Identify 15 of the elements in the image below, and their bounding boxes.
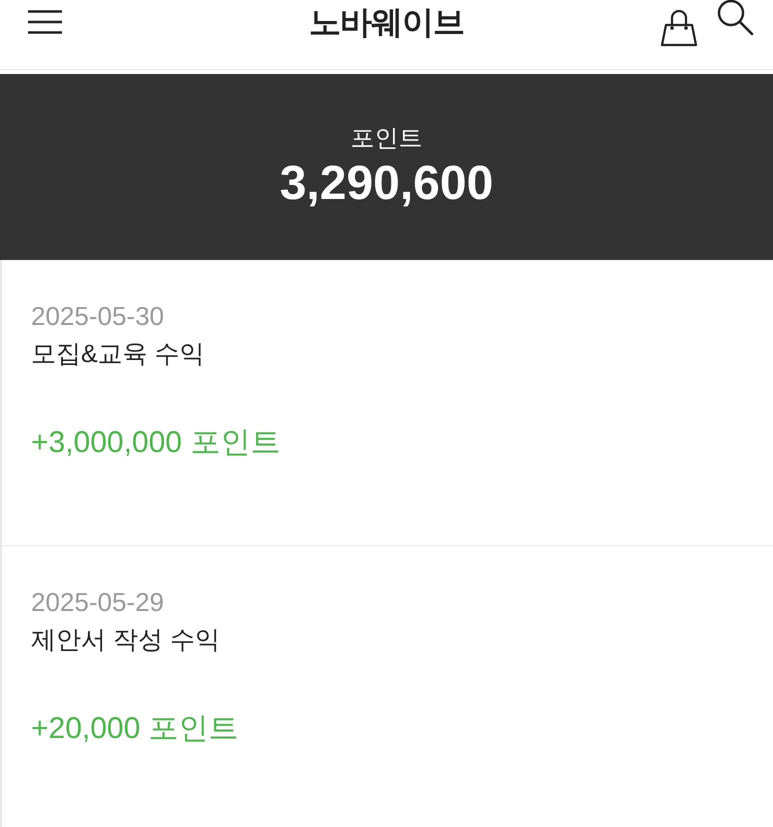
entry-description: 모집&교육 수익: [31, 339, 205, 370]
search-button[interactable]: [716, 0, 754, 36]
entry-description: 제안서 작성 수익: [31, 625, 220, 656]
entry-amount: +20,000 포인트: [31, 711, 239, 747]
cart-button[interactable]: [660, 10, 698, 47]
menu-button[interactable]: [28, 10, 62, 34]
search-icon: [716, 0, 754, 36]
brand-title: 노바웨이브: [309, 3, 464, 42]
points-label: 포인트: [350, 124, 422, 154]
entry-date: 2025-05-30: [31, 300, 164, 332]
menu-icon: [28, 10, 62, 34]
entry-date: 2025-05-29: [31, 586, 164, 618]
points-total: 3,290,600: [280, 156, 494, 212]
handbag-icon: [660, 10, 698, 47]
entry-amount: +3,000,000 포인트: [31, 425, 280, 461]
